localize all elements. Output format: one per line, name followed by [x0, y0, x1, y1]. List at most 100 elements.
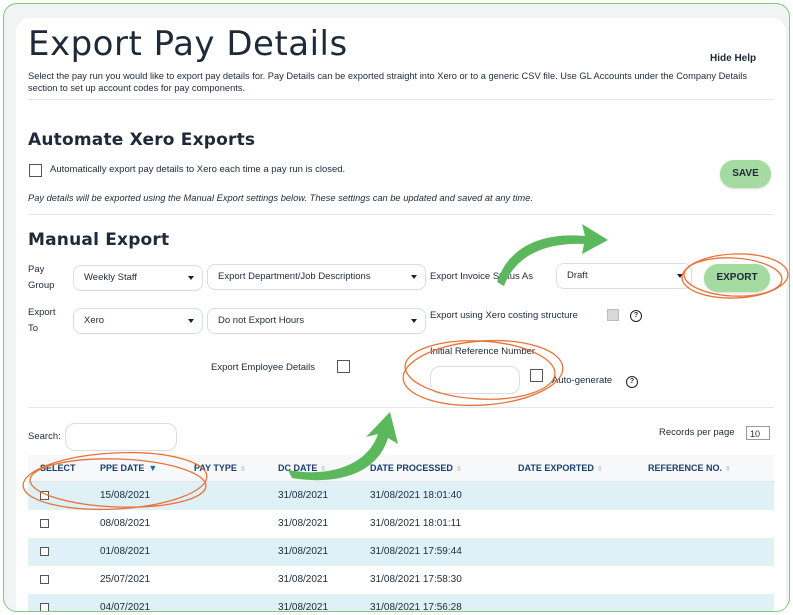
- pay-type-cell: [194, 481, 278, 510]
- export-to-select[interactable]: Xero: [73, 308, 203, 334]
- auto-export-checkbox[interactable]: [29, 164, 42, 177]
- date-processed-cell: 31/08/2021 17:59:44: [370, 546, 462, 557]
- pay-group-value: Weekly Staff: [84, 272, 137, 283]
- divider: [28, 99, 774, 100]
- date-exported-cell: [518, 566, 648, 594]
- invoice-status-label: Export Invoice Status As: [430, 271, 533, 282]
- table-row: 01/08/2021 31/08/2021 31/08/2021 17:59:4…: [28, 537, 774, 566]
- column-header-select: SELECT: [28, 455, 100, 482]
- screenshot-frame: Export Pay Details Hide Help Select the …: [3, 3, 790, 612]
- records-per-page-input[interactable]: 10: [746, 426, 770, 440]
- help-icon[interactable]: ?: [626, 376, 638, 388]
- divider: [28, 407, 774, 408]
- pay-type-cell: [194, 594, 278, 612]
- hide-help-link[interactable]: Hide Help: [710, 53, 756, 64]
- column-header-reference-no[interactable]: REFERENCE NO. ⇳: [648, 455, 774, 482]
- export-department-select[interactable]: Export Department/Job Descriptions: [207, 264, 426, 290]
- ppe-date-cell: 25/07/2021: [100, 574, 151, 585]
- sort-icon: ⇳: [725, 465, 731, 473]
- export-to-label: Export To: [28, 307, 56, 334]
- ppe-date-cell: 15/08/2021: [100, 490, 151, 501]
- main-panel: Export Pay Details Hide Help Select the …: [16, 18, 786, 612]
- automate-heading: Automate Xero Exports: [28, 130, 256, 150]
- page-title: Export Pay Details: [28, 24, 348, 64]
- sort-icon: ⇳: [455, 465, 462, 473]
- date-processed-cell: 31/08/2021 17:56:28: [370, 602, 462, 612]
- reference-no-cell: [648, 538, 774, 566]
- date-processed-cell: 31/08/2021 17:58:30: [370, 574, 462, 585]
- intro-text: Select the pay run you would like to exp…: [28, 71, 748, 93]
- sort-descending-icon: ▼: [148, 462, 158, 473]
- dc-date-cell: 31/08/2021: [278, 518, 329, 529]
- search-input[interactable]: [65, 423, 177, 451]
- costing-structure-checkbox[interactable]: [607, 309, 619, 321]
- costing-structure-label: Export using Xero costing structure: [430, 310, 578, 321]
- row-select-checkbox[interactable]: [40, 490, 49, 500]
- table-row: 15/08/2021 31/08/2021 31/08/2021 18:01:4…: [28, 481, 774, 510]
- table-row: 04/07/2021 31/08/2021 31/08/2021 17:56:2…: [28, 593, 774, 612]
- table-row: 25/07/2021 31/08/2021 31/08/2021 17:58:3…: [28, 565, 774, 594]
- employee-details-label: Export Employee Details: [211, 362, 316, 373]
- pay-type-cell: [194, 566, 278, 594]
- save-button[interactable]: SAVE: [720, 160, 771, 188]
- pay-group-select[interactable]: Weekly Staff: [73, 265, 203, 291]
- sort-icon: ⇳: [320, 465, 327, 473]
- row-select-checkbox[interactable]: [40, 602, 49, 611]
- help-icon[interactable]: ?: [630, 310, 642, 322]
- dc-date-cell: 31/08/2021: [278, 574, 329, 585]
- export-hours-select[interactable]: Do not Export Hours: [207, 308, 426, 334]
- column-header-date-exported[interactable]: DATE EXPORTED ⇳: [518, 455, 648, 482]
- date-processed-cell: 31/08/2021 18:01:11: [370, 518, 462, 529]
- date-processed-cell: 31/08/2021 18:01:40: [370, 490, 462, 501]
- sort-icon: ⇳: [596, 465, 603, 473]
- export-button[interactable]: EXPORT: [704, 264, 770, 292]
- dc-date-cell: 31/08/2021: [278, 490, 329, 501]
- table-header-row: SELECT PPE DATE ▼ PAY TYPE ⇳ DC DATE ⇳ DATE…: [28, 455, 774, 482]
- ppe-date-cell: 08/08/2021: [100, 518, 151, 529]
- export-hours-value: Do not Export Hours: [218, 315, 305, 326]
- row-select-checkbox[interactable]: [40, 518, 49, 528]
- column-header-dc-date[interactable]: DC DATE ⇳: [278, 455, 370, 482]
- row-select-checkbox[interactable]: [40, 574, 49, 584]
- pay-type-cell: [194, 538, 278, 566]
- search-label: Search:: [28, 431, 61, 442]
- reference-no-cell: [648, 510, 774, 538]
- pay-group-label: Pay Group: [28, 264, 55, 291]
- column-header-ppe-date[interactable]: PPE DATE ▼: [100, 455, 194, 482]
- manual-export-heading: Manual Export: [28, 230, 170, 250]
- pay-type-cell: [194, 510, 278, 538]
- auto-generate-label: Auto-generate: [552, 375, 613, 386]
- initial-reference-input[interactable]: [430, 366, 520, 394]
- chevron-down-icon: [411, 319, 417, 323]
- auto-generate-checkbox[interactable]: [530, 369, 543, 382]
- chevron-down-icon: [677, 274, 683, 278]
- table-row: 08/08/2021 31/08/2021 31/08/2021 18:01:1…: [28, 509, 774, 538]
- sort-icon: ⇳: [239, 465, 246, 473]
- date-exported-cell: [518, 510, 648, 538]
- records-per-page-label: Records per page: [659, 427, 735, 438]
- pay-runs-table: SELECT PPE DATE ▼ PAY TYPE ⇳ DC DATE ⇳ DATE…: [28, 455, 774, 612]
- chevron-down-icon: [411, 275, 417, 279]
- export-to-value: Xero: [84, 315, 105, 326]
- chevron-down-icon: [188, 276, 194, 280]
- date-exported-cell: [518, 594, 648, 612]
- auto-export-label: Automatically export pay details to Xero…: [50, 164, 346, 175]
- column-header-date-processed[interactable]: DATE PROCESSED ⇳: [370, 455, 518, 482]
- dc-date-cell: 31/08/2021: [278, 602, 329, 612]
- employee-details-checkbox[interactable]: [337, 360, 350, 373]
- invoice-status-value: Draft: [567, 270, 588, 281]
- chevron-down-icon: [188, 319, 194, 323]
- reference-no-cell: [648, 481, 774, 510]
- date-exported-cell: [518, 538, 648, 566]
- divider: [28, 214, 774, 215]
- ppe-date-cell: 01/08/2021: [100, 546, 151, 557]
- reference-no-cell: [648, 594, 774, 612]
- automate-note: Pay details will be exported using the M…: [28, 193, 533, 203]
- invoice-status-select[interactable]: Draft: [556, 263, 692, 289]
- row-select-checkbox[interactable]: [40, 546, 49, 556]
- ppe-date-cell: 04/07/2021: [100, 602, 151, 612]
- reference-no-cell: [648, 566, 774, 594]
- dc-date-cell: 31/08/2021: [278, 546, 329, 557]
- date-exported-cell: [518, 481, 648, 510]
- column-header-pay-type[interactable]: PAY TYPE ⇳: [194, 455, 278, 482]
